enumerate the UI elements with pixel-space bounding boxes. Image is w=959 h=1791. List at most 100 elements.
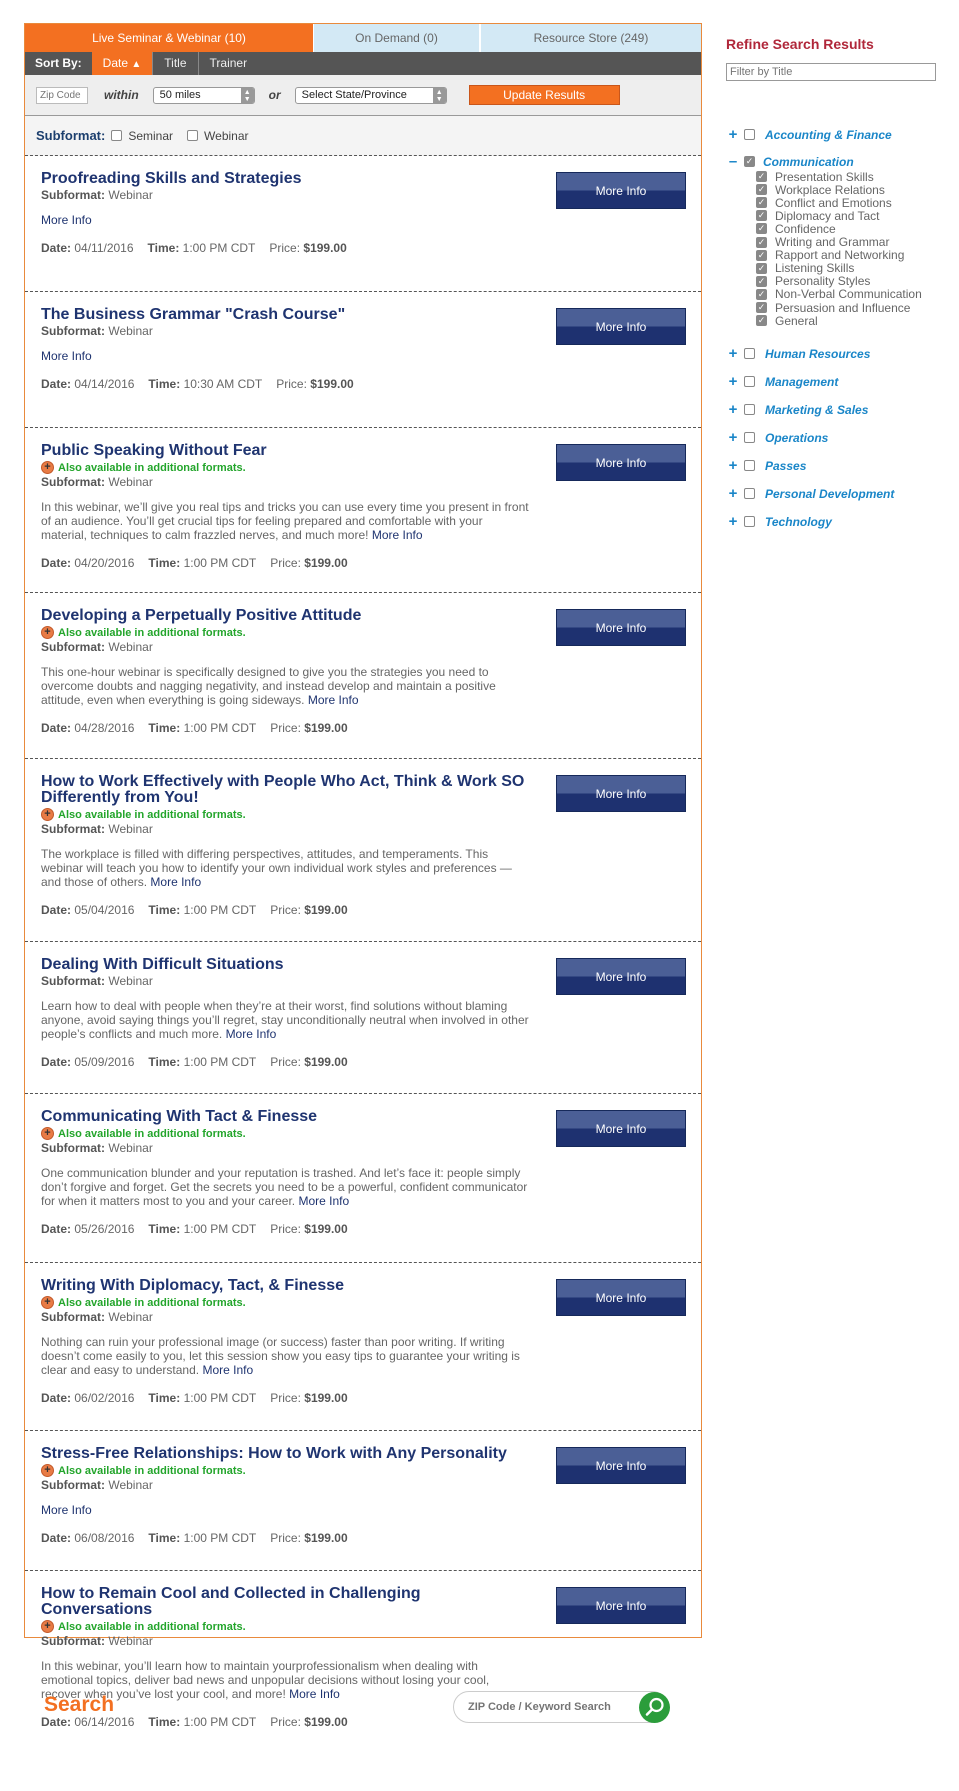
subcategory-checkbox[interactable]: ✓ (756, 262, 767, 274)
sort-title-button[interactable]: Title (152, 52, 197, 75)
category-checkbox[interactable] (744, 488, 755, 499)
category-checkbox[interactable] (744, 404, 755, 415)
category-checkbox[interactable]: ✓ (744, 156, 755, 167)
category-checkbox[interactable] (744, 376, 755, 387)
subcategory-checkbox[interactable]: ✓ (756, 197, 767, 209)
more-info-button[interactable]: More Info (556, 308, 686, 345)
filter-by-title-input[interactable] (726, 63, 936, 81)
seminar-option[interactable]: Seminar (111, 129, 173, 143)
more-info-link[interactable]: More Info (41, 349, 685, 363)
expand-plus-icon[interactable]: + (726, 126, 740, 143)
more-info-link[interactable]: More Info (150, 875, 201, 889)
more-info-button[interactable]: More Info (556, 609, 686, 646)
more-info-link[interactable]: More Info (41, 1503, 685, 1517)
category-row[interactable]: + Human Resources (726, 345, 871, 362)
more-info-button[interactable]: More Info (556, 444, 686, 481)
result-title[interactable]: How to Work Effectively with People Who … (41, 774, 531, 806)
category-label[interactable]: Human Resources (765, 347, 870, 361)
category-checkbox[interactable] (744, 516, 755, 527)
more-info-button[interactable]: More Info (556, 775, 686, 812)
state-province-select[interactable]: Select State/Province ▲ ▼ (294, 86, 447, 104)
subcategory-checkbox[interactable]: ✓ (756, 184, 767, 196)
more-info-link[interactable]: More Info (308, 693, 359, 707)
more-info-button[interactable]: More Info (556, 1110, 686, 1147)
date-label: Date: (41, 241, 72, 255)
more-info-link[interactable]: More Info (289, 1687, 340, 1701)
category-label[interactable]: Marketing & Sales (765, 403, 868, 417)
zip-keyword-search-input[interactable] (453, 1691, 668, 1723)
plus-circle-icon: + (41, 1127, 54, 1140)
more-info-button[interactable]: More Info (556, 172, 686, 209)
more-info-link[interactable]: More Info (372, 528, 423, 542)
category-row[interactable]: + Personal Development (726, 485, 895, 502)
category-row[interactable]: + Technology (726, 513, 832, 530)
result-title[interactable]: Proofreading Skills and Strategies (41, 171, 531, 187)
result-title[interactable]: Writing With Diplomacy, Tact, & Finesse (41, 1278, 531, 1294)
category-row[interactable]: – ✓ Communication (726, 153, 854, 170)
category-checkbox[interactable] (744, 460, 755, 471)
result-title[interactable]: The Business Grammar "Crash Course" (41, 307, 531, 323)
miles-select[interactable]: 50 miles ▲ ▼ (152, 86, 255, 104)
category-label[interactable]: Management (765, 375, 838, 389)
collapse-minus-icon[interactable]: – (726, 153, 740, 170)
expand-plus-icon[interactable]: + (726, 513, 740, 530)
result-description: Nothing can ruin your professional image… (41, 1335, 531, 1377)
sort-date-button[interactable]: Date ▲ (91, 52, 153, 75)
category-checkbox[interactable] (744, 348, 755, 359)
result-title[interactable]: How to Remain Cool and Collected in Chal… (41, 1586, 531, 1618)
more-info-button[interactable]: More Info (556, 1279, 686, 1316)
tab-resource-store[interactable]: Resource Store (249) (479, 24, 701, 52)
category-row[interactable]: + Accounting & Finance (726, 126, 892, 143)
update-results-button[interactable]: Update Results (468, 85, 620, 105)
result-title[interactable]: Public Speaking Without Fear (41, 443, 531, 459)
more-info-button[interactable]: More Info (556, 1447, 686, 1484)
more-info-link[interactable]: More Info (226, 1027, 277, 1041)
price-label: Price: (270, 1715, 301, 1729)
expand-plus-icon[interactable]: + (726, 401, 740, 418)
subcategory-checkbox[interactable]: ✓ (756, 275, 767, 287)
category-label[interactable]: Accounting & Finance (765, 128, 892, 142)
expand-plus-icon[interactable]: + (726, 485, 740, 502)
category-label[interactable]: Passes (765, 459, 806, 473)
result-title[interactable]: Dealing With Difficult Situations (41, 957, 531, 973)
subcategory-checkbox[interactable]: ✓ (756, 288, 767, 300)
category-row[interactable]: + Passes (726, 457, 807, 474)
result-title[interactable]: Developing a Perpetually Positive Attitu… (41, 608, 531, 624)
category-label[interactable]: Personal Development (765, 487, 894, 501)
tab-on-demand[interactable]: On Demand (0) (313, 24, 479, 52)
result-title[interactable]: Communicating With Tact & Finesse (41, 1109, 531, 1125)
zip-code-input[interactable] (36, 86, 88, 104)
webinar-option[interactable]: Webinar (187, 129, 249, 143)
subcategory-checkbox[interactable]: ✓ (756, 210, 767, 222)
expand-plus-icon[interactable]: + (726, 457, 740, 474)
sort-trainer-button[interactable]: Trainer (197, 52, 259, 75)
category-checkbox[interactable] (744, 129, 755, 140)
subcategory-checkbox[interactable]: ✓ (756, 223, 767, 235)
more-info-button[interactable]: More Info (556, 958, 686, 995)
category-row[interactable]: + Management (726, 373, 839, 390)
subcategory-checkbox[interactable]: ✓ (756, 236, 767, 248)
category-label[interactable]: Operations (765, 431, 828, 445)
category-label[interactable]: Technology (765, 515, 832, 529)
expand-plus-icon[interactable]: + (726, 429, 740, 446)
expand-plus-icon[interactable]: + (726, 373, 740, 390)
more-info-button[interactable]: More Info (556, 1587, 686, 1624)
category-row[interactable]: + Operations (726, 429, 829, 446)
seminar-checkbox[interactable] (111, 130, 123, 141)
category-label[interactable]: Communication (763, 155, 854, 169)
subcategory-item[interactable]: ✓ General (756, 313, 818, 328)
tab-live-seminar-webinar[interactable]: Live Seminar & Webinar (10) (25, 24, 313, 52)
webinar-checkbox[interactable] (187, 130, 199, 141)
subcategory-checkbox[interactable]: ✓ (756, 302, 767, 313)
result-title[interactable]: Stress-Free Relationships: How to Work w… (41, 1446, 531, 1462)
subcategory-checkbox[interactable]: ✓ (756, 171, 767, 182)
category-checkbox[interactable] (744, 432, 755, 443)
category-row[interactable]: + Marketing & Sales (726, 401, 869, 418)
more-info-link[interactable]: More Info (41, 213, 685, 227)
more-info-link[interactable]: More Info (202, 1363, 253, 1377)
subcategory-checkbox[interactable]: ✓ (756, 249, 767, 261)
more-info-link[interactable]: More Info (298, 1194, 349, 1208)
expand-plus-icon[interactable]: + (726, 345, 740, 362)
subcategory-checkbox[interactable]: ✓ (756, 315, 767, 327)
search-submit-button[interactable] (639, 1692, 670, 1723)
